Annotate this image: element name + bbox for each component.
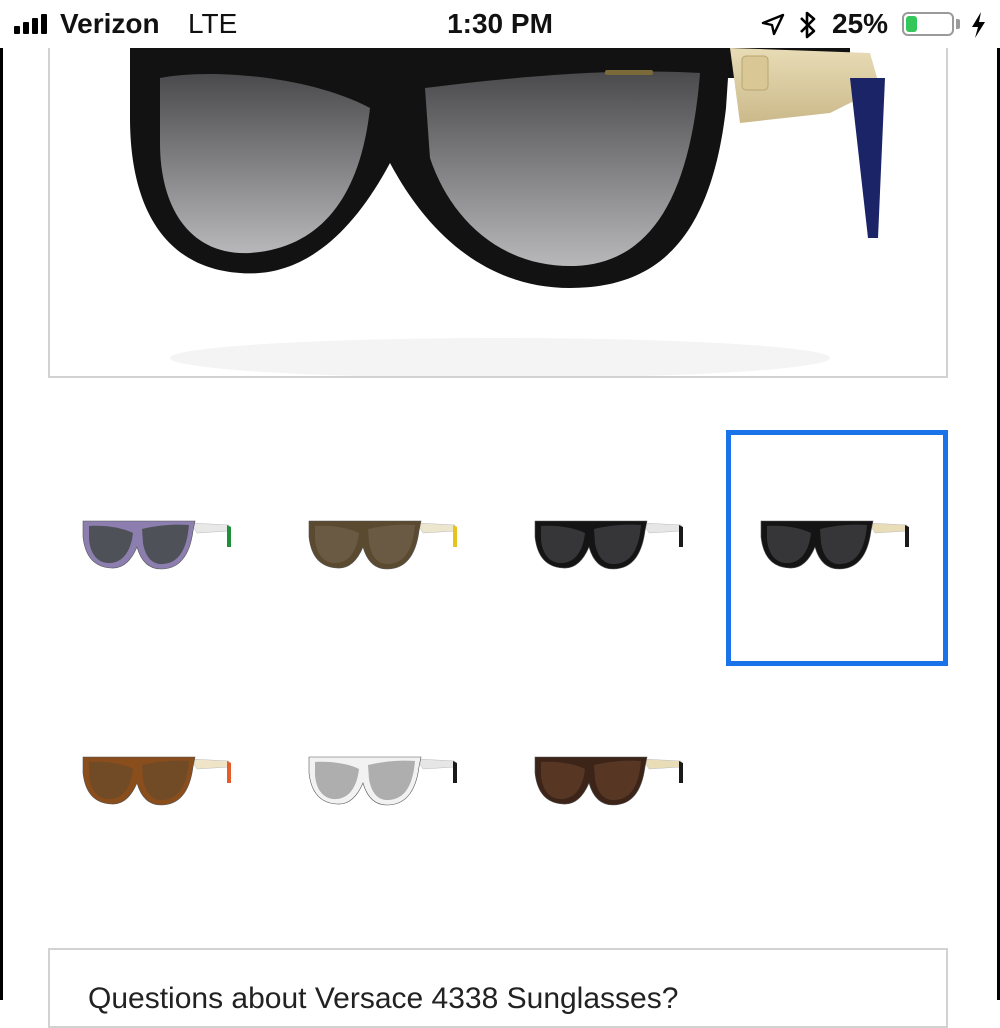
battery-cap xyxy=(956,19,960,29)
charging-bolt-icon xyxy=(972,12,985,38)
status-bar: Verizon LTE 1:30 PM 25% xyxy=(0,0,1000,48)
sunglasses-large-icon xyxy=(130,48,885,376)
sunglasses-icon xyxy=(308,756,457,806)
variant-thumbnail-tortoise-orange[interactable] xyxy=(48,666,270,902)
variant-thumbnail-white-mirror[interactable] xyxy=(274,666,496,902)
questions-card[interactable]: Questions about Versace 4338 Sunglasses? xyxy=(48,948,948,1028)
variant-thumbnail-brown-yellow[interactable] xyxy=(274,430,496,666)
bluetooth-icon xyxy=(800,11,816,39)
variant-thumbnail-havana-gold[interactable] xyxy=(500,666,722,902)
sunglasses-icon xyxy=(534,520,683,570)
variant-thumbnail-purple-green[interactable] xyxy=(48,430,270,666)
sunglasses-icon xyxy=(82,520,231,570)
location-arrow-icon xyxy=(761,13,785,36)
battery-percent: 25% xyxy=(832,8,889,39)
sunglasses-icon xyxy=(760,520,909,570)
sunglasses-icon xyxy=(82,756,231,806)
variant-thumbnail-black-gold[interactable] xyxy=(726,430,948,666)
variant-thumbnail-black-silver[interactable] xyxy=(500,430,722,666)
battery-icon xyxy=(902,12,954,36)
questions-heading: Questions about Versace 4338 Sunglasses? xyxy=(88,982,679,1015)
product-hero-image[interactable] xyxy=(48,48,948,378)
sunglasses-icon xyxy=(308,520,457,570)
screen-frame-left xyxy=(0,0,3,1000)
battery-level-fill xyxy=(906,16,917,32)
sunglasses-icon xyxy=(534,756,683,806)
